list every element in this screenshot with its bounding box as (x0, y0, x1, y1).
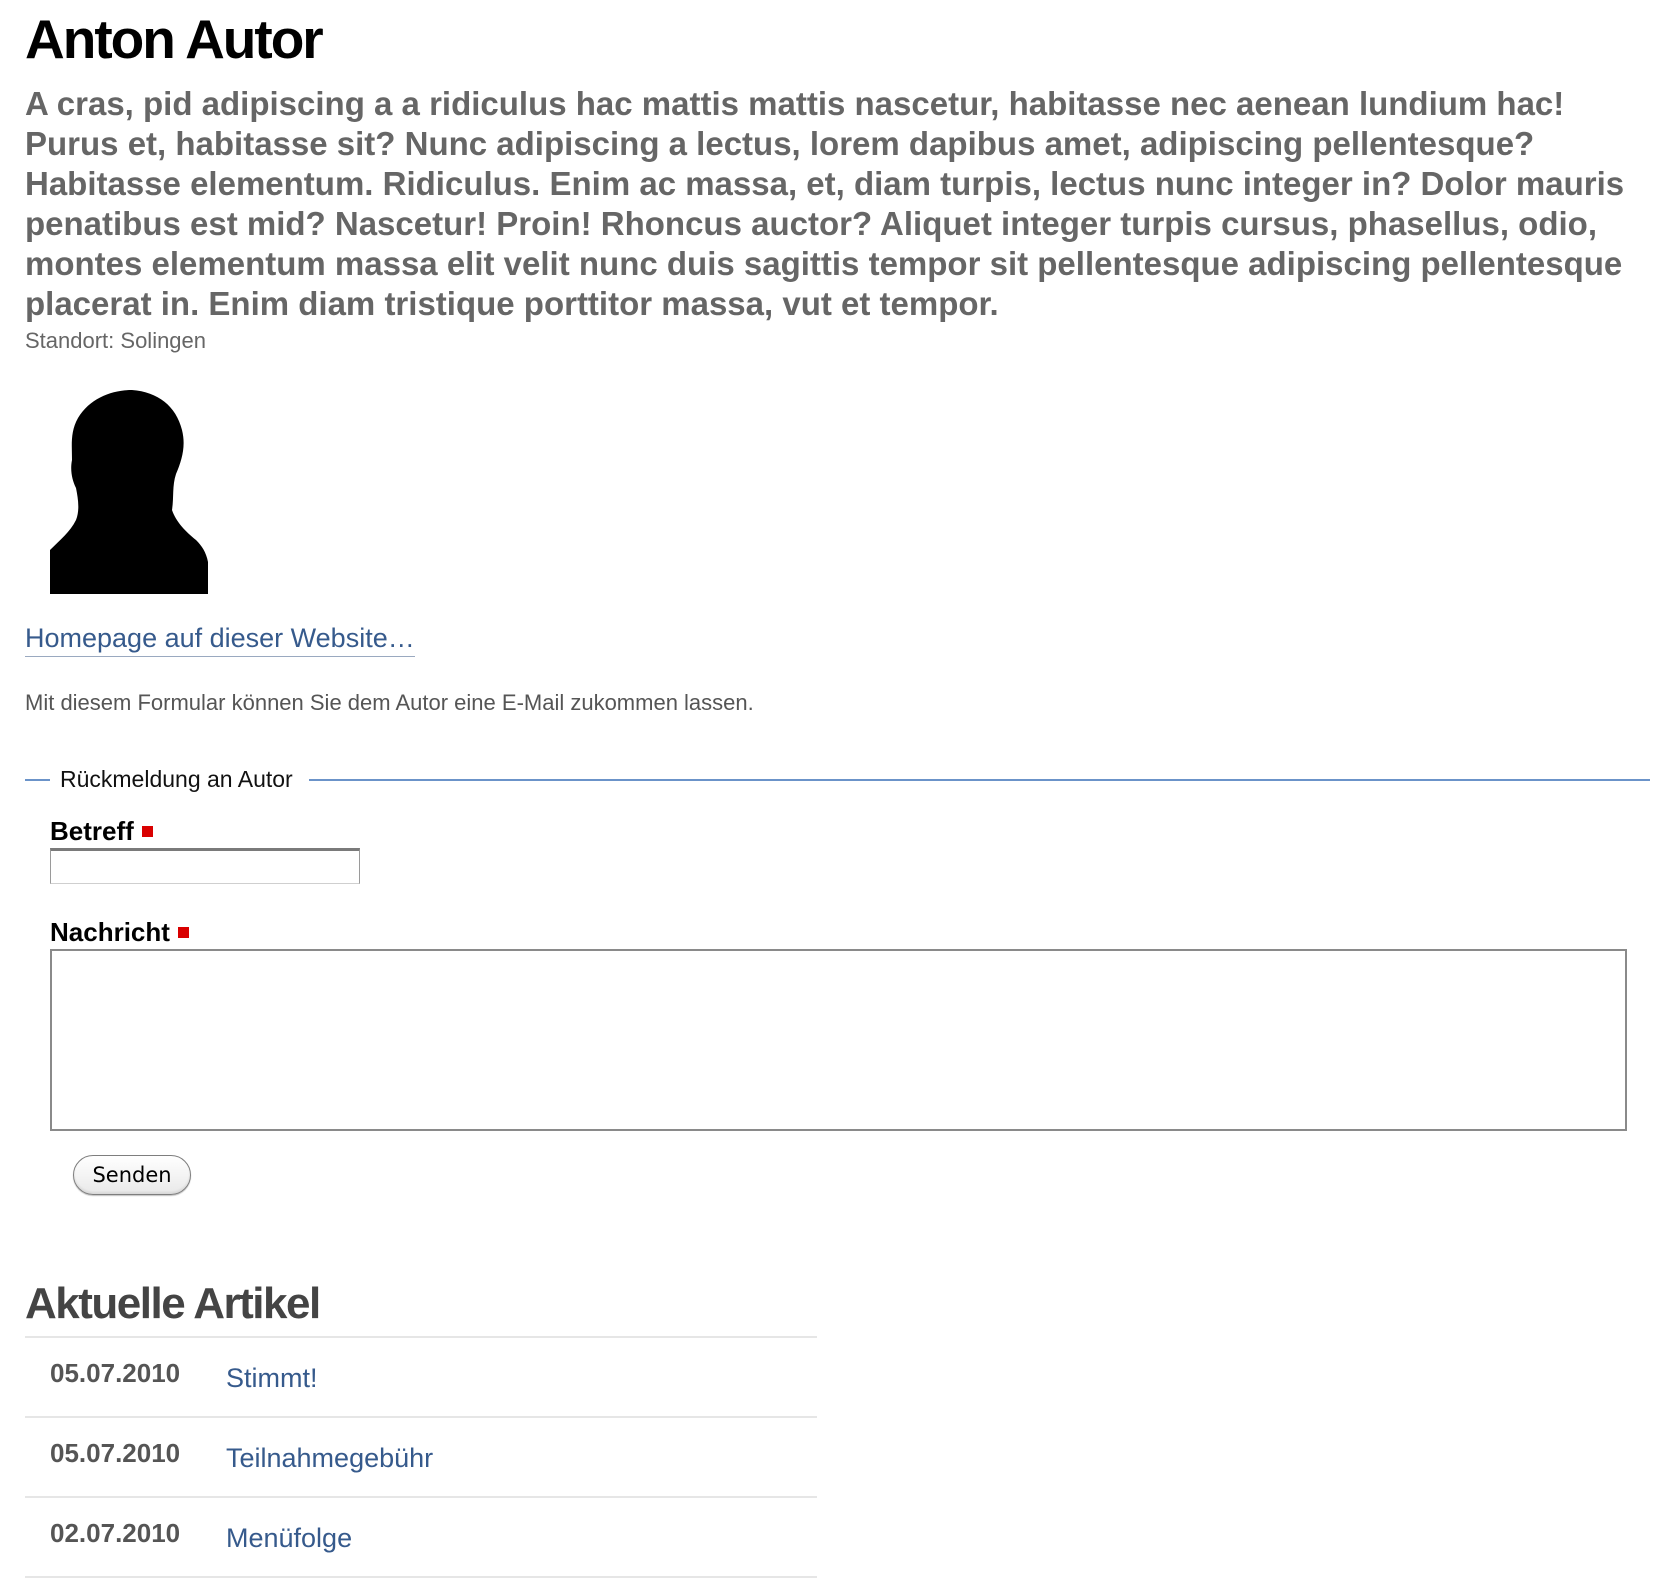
article-date: 02.07.2010 (50, 1518, 181, 1548)
message-textarea[interactable] (50, 949, 1627, 1131)
article-link[interactable]: Menüfolge (226, 1522, 352, 1554)
message-label-text: Nachricht (50, 917, 170, 947)
message-label: Nachricht (50, 917, 189, 947)
article-row: 05.07.2010 Teilnahmegebühr (25, 1418, 817, 1498)
article-row: 05.07.2010 Stimmt! (25, 1338, 817, 1418)
person-silhouette-icon (50, 390, 208, 594)
form-intro-text: Mit diesem Formular können Sie dem Autor… (25, 690, 754, 715)
fieldset-legend: Rückmeldung an Autor (60, 766, 293, 792)
required-marker (177, 927, 189, 938)
article-date: 05.07.2010 (50, 1358, 181, 1388)
page-title: Anton Autor (25, 8, 324, 70)
homepage-link[interactable]: Homepage auf dieser Website… (25, 622, 415, 657)
avatar (50, 390, 208, 594)
article-row: 02.07.2010 Menüfolge (25, 1498, 817, 1578)
fieldset-border-left (25, 779, 50, 781)
article-date: 05.07.2010 (50, 1438, 181, 1468)
subject-input[interactable] (50, 848, 360, 884)
subject-label: Betreff (50, 816, 153, 846)
recent-articles-list: 05.07.2010 Stimmt! 05.07.2010 Teilnahmeg… (25, 1336, 817, 1578)
recent-articles-title: Aktuelle Artikel (25, 1279, 321, 1328)
article-link[interactable]: Stimmt! (226, 1362, 318, 1394)
fieldset-border-right (309, 779, 1650, 781)
author-bio: A cras, pid adipiscing a a ridiculus hac… (25, 85, 1625, 322)
required-marker (141, 826, 153, 837)
article-link[interactable]: Teilnahmegebühr (226, 1442, 433, 1474)
author-location: Standort: Solingen (25, 328, 207, 353)
send-button[interactable]: Senden (73, 1155, 191, 1195)
subject-label-text: Betreff (50, 816, 134, 846)
